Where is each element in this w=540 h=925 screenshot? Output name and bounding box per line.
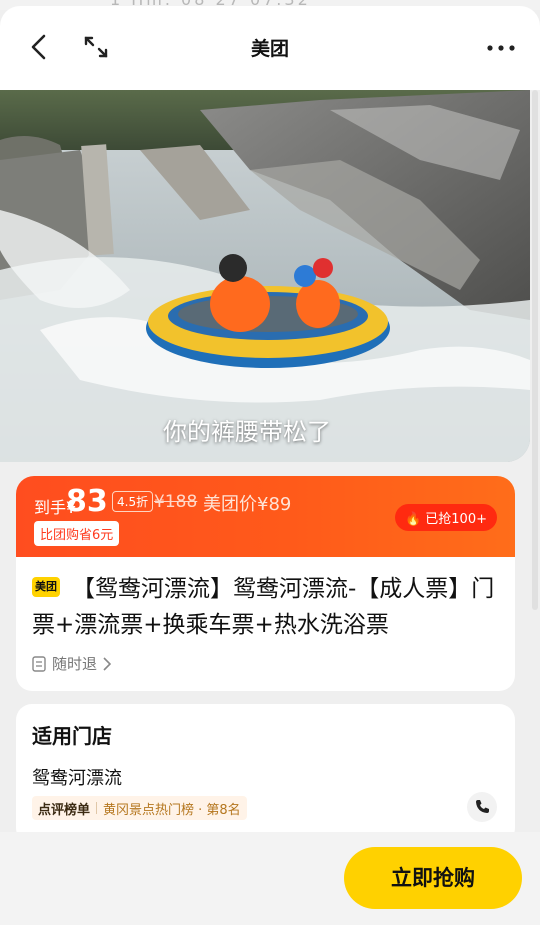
video-subtitle: 你的裤腰带松了	[163, 418, 331, 446]
deal-title: 【鸳鸯河漂流】鸳鸯河漂流-【成人票】门票+漂流票+换乘车票+热水洗浴票	[32, 576, 495, 638]
page-title: 美团	[250, 38, 289, 60]
original-price: ¥188	[154, 492, 198, 512]
top-nav: 美团	[0, 6, 540, 90]
refund-label: 随时退	[52, 655, 98, 673]
divider	[96, 802, 98, 814]
final-price: 83	[66, 484, 108, 519]
meituan-price: 美团价¥89	[203, 494, 292, 515]
ranking-brand: 点评榜单	[38, 802, 91, 818]
fire-icon: 🔥	[404, 512, 422, 527]
phone-button[interactable]	[467, 792, 497, 822]
scroll-indicator[interactable]	[532, 90, 538, 610]
price-banner: 到手¥ 83 4.5折 ¥188 美团价¥89 比团购省6元 🔥 已抢100+	[16, 476, 515, 562]
hero-image[interactable]: 你的裤腰带松了	[0, 90, 530, 462]
section-title: 适用门店	[32, 724, 112, 748]
bottom-action-bar: 立即抢购	[0, 832, 540, 925]
discount-badge: 4.5折	[112, 491, 154, 512]
sold-count-badge: 🔥 已抢100+	[394, 504, 497, 531]
deal-info-card: 美团 【鸳鸯河漂流】鸳鸯河漂流-【成人票】门票+漂流票+换乘车票+热水洗浴票 随…	[16, 557, 515, 691]
phone-icon	[476, 800, 489, 813]
refund-policy[interactable]: 随时退	[32, 653, 112, 674]
store-name[interactable]: 鸳鸯河漂流	[32, 764, 122, 790]
chevron-right-icon	[103, 656, 112, 671]
ranking-tag[interactable]: 点评榜单 黄冈景点热门榜 · 第8名	[32, 796, 247, 820]
saving-tag: 比团购省6元	[34, 521, 120, 546]
applicable-stores-card: 适用门店 鸳鸯河漂流 点评榜单 黄冈景点热门榜 · 第8名	[16, 704, 515, 844]
ranking-list: 黄冈景点热门榜 · 第8名	[103, 802, 241, 818]
rafting-photo	[0, 90, 530, 462]
more-icon[interactable]	[486, 36, 516, 60]
refund-icon	[32, 655, 46, 672]
buy-now-button[interactable]: 立即抢购	[344, 847, 522, 909]
sold-count: 已抢100+	[425, 512, 487, 527]
